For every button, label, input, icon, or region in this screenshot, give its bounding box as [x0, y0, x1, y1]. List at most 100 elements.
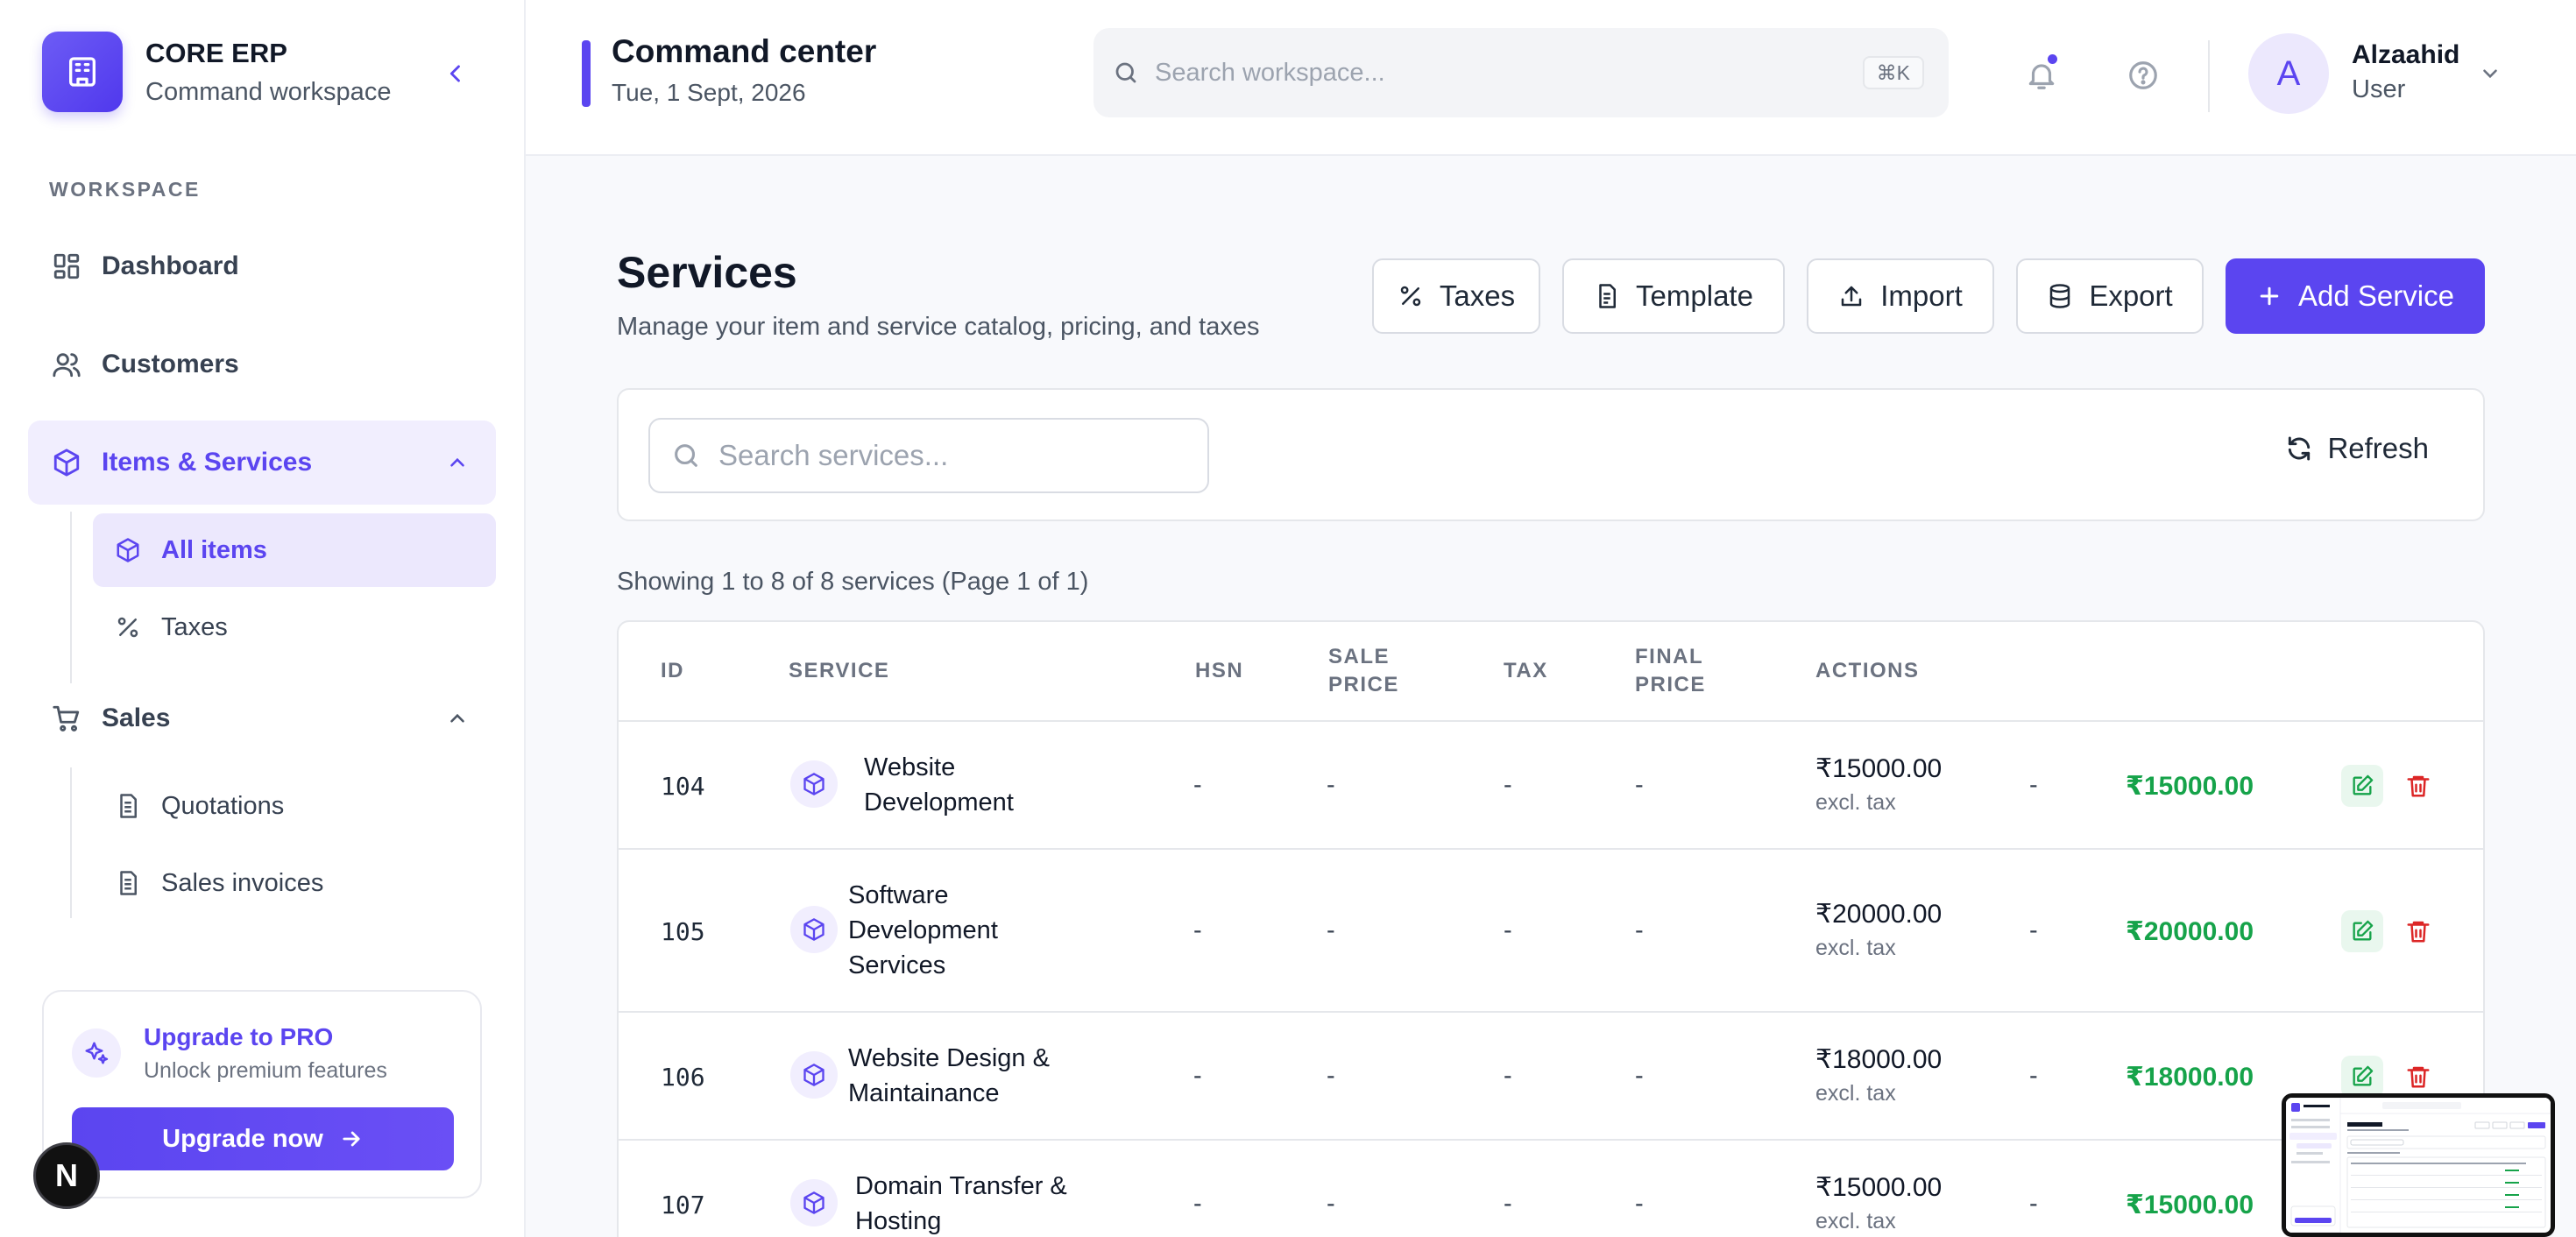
- document-icon: [112, 790, 144, 822]
- sidebar-item-label: Sales: [102, 703, 171, 732]
- chevron-down-icon[interactable]: [2473, 56, 2508, 91]
- price-value: ₹15000.00: [1815, 1173, 1943, 1202]
- pagination-summary: Showing 1 to 8 of 8 services (Page 1 of …: [617, 568, 1089, 596]
- submenu-line: [70, 767, 72, 918]
- services-search-placeholder: Search services...: [718, 439, 949, 471]
- page-preview-thumbnail[interactable]: [2282, 1093, 2555, 1237]
- sidebar-item-sales[interactable]: Sales: [28, 676, 496, 760]
- sidebar-item-label: Dashboard: [102, 251, 239, 280]
- table-row[interactable]: 106 Website Design & Maintainance - - - …: [619, 1013, 2483, 1141]
- arrow-right-icon: [343, 1131, 360, 1147]
- dashboard-icon: [49, 249, 84, 284]
- search-placeholder: Search workspace...: [1155, 58, 1385, 87]
- edit-icon[interactable]: [2341, 765, 2383, 807]
- bell-icon[interactable]: [2020, 54, 2063, 96]
- tax-amount-cell: -: [2029, 1062, 2038, 1090]
- add-service-button[interactable]: Add Service: [2226, 258, 2485, 334]
- column-header-actions[interactable]: ACTIONS: [1815, 657, 1920, 685]
- column-header-tax[interactable]: TAX: [1504, 657, 1548, 685]
- search-icon: [1115, 62, 1136, 83]
- services-search-input[interactable]: Search services...: [648, 418, 1209, 493]
- tax-cell: -: [1504, 1062, 1512, 1090]
- final-price-cell: -: [1635, 771, 1644, 799]
- tax-cell: -: [1504, 771, 1512, 799]
- service-name[interactable]: Website Design & Maintainance: [848, 1041, 1076, 1111]
- tax-amount-cell: -: [2029, 916, 2038, 944]
- service-id: 107: [661, 1191, 705, 1219]
- final-amount: ₹15000.00: [2126, 772, 2254, 801]
- sale-price-cell: -: [1327, 1190, 1335, 1218]
- package-icon: [790, 760, 838, 808]
- sparkles-icon: [72, 1028, 121, 1078]
- sidebar-item-customers[interactable]: Customers: [28, 322, 496, 406]
- template-button[interactable]: Template: [1562, 258, 1785, 334]
- sidebar-subitem-all-items[interactable]: All items: [93, 513, 496, 587]
- trash-icon[interactable]: [2397, 1056, 2439, 1098]
- user-name[interactable]: Alzaahid: [2352, 40, 2459, 70]
- service-id: 106: [661, 1063, 705, 1092]
- workspace-search-input[interactable]: Search workspace... ⌘K: [1093, 28, 1949, 117]
- taxes-button[interactable]: Taxes: [1372, 258, 1540, 334]
- column-header-sale-price[interactable]: SALE PRICE: [1328, 643, 1425, 699]
- cart-icon: [49, 701, 84, 736]
- package-icon: [49, 445, 84, 480]
- database-icon: [2047, 283, 2073, 309]
- sidebar-subitem-label: Taxes: [161, 612, 228, 641]
- hsn-cell: -: [1193, 1190, 1202, 1218]
- dev-badge[interactable]: N: [33, 1142, 100, 1209]
- upgrade-card: Upgrade to PRO Unlock premium features U…: [42, 990, 482, 1198]
- sidebar-item-label: Items & Services: [102, 448, 313, 477]
- upgrade-title: Upgrade to PRO: [144, 1023, 334, 1050]
- package-icon: [790, 1051, 838, 1099]
- hsn-cell: -: [1193, 916, 1202, 944]
- chevron-left-icon[interactable]: [438, 56, 473, 91]
- table-row[interactable]: 104 Website Development - - - - ₹15000.0…: [619, 722, 2483, 850]
- sidebar: CORE ERP Command workspace WORKSPACE Das…: [0, 0, 526, 1237]
- price-value: ₹20000.00: [1815, 900, 1943, 929]
- help-icon[interactable]: [2122, 54, 2164, 96]
- table-header: ID SERVICE HSN SALE PRICE TAX FINAL PRIC…: [619, 622, 2483, 722]
- final-amount: ₹15000.00: [2126, 1191, 2254, 1219]
- edit-icon[interactable]: [2341, 1056, 2383, 1098]
- sidebar-subitem-sales-invoices[interactable]: Sales invoices: [93, 846, 496, 920]
- service-name[interactable]: Software Development Services: [848, 878, 1050, 983]
- service-name[interactable]: Domain Transfer & Hosting: [855, 1169, 1083, 1237]
- trash-icon[interactable]: [2397, 910, 2439, 952]
- chevron-up-icon[interactable]: [440, 445, 475, 480]
- price-value: ₹15000.00: [1815, 754, 1943, 783]
- table-row[interactable]: 107 Domain Transfer & Hosting - - - - ₹1…: [619, 1141, 2483, 1237]
- page-subtitle: Manage your item and service catalog, pr…: [617, 313, 1260, 341]
- brand[interactable]: CORE ERP Command workspace: [42, 32, 391, 112]
- services-table: ID SERVICE HSN SALE PRICE TAX FINAL PRIC…: [617, 620, 2485, 1237]
- users-icon: [49, 347, 84, 382]
- upload-icon: [1838, 283, 1865, 309]
- chevron-up-icon[interactable]: [440, 701, 475, 736]
- column-header-id[interactable]: ID: [661, 657, 684, 685]
- refresh-icon: [2289, 436, 2311, 461]
- table-row[interactable]: 105 Software Development Services - - - …: [619, 850, 2483, 1013]
- import-button[interactable]: Import: [1807, 258, 1994, 334]
- search-icon: [675, 444, 697, 467]
- refresh-button[interactable]: Refresh: [2285, 432, 2429, 465]
- trash-icon[interactable]: [2397, 765, 2439, 807]
- tax-cell: -: [1504, 916, 1512, 944]
- percent-icon: [1398, 283, 1424, 309]
- template-button-label: Template: [1636, 279, 1753, 312]
- sidebar-subitem-taxes[interactable]: Taxes: [93, 590, 496, 664]
- sidebar-item-items-services[interactable]: Items & Services: [28, 421, 496, 505]
- avatar[interactable]: A: [2248, 33, 2329, 114]
- sidebar-subitem-quotations[interactable]: Quotations: [93, 769, 496, 843]
- service-name[interactable]: Website Development: [864, 750, 1065, 820]
- edit-icon[interactable]: [2341, 910, 2383, 952]
- upgrade-now-button[interactable]: Upgrade now: [72, 1107, 454, 1170]
- tax-amount-cell: -: [2029, 1190, 2038, 1218]
- service-id: 105: [661, 917, 705, 946]
- column-header-service[interactable]: SERVICE: [789, 657, 889, 685]
- column-header-hsn[interactable]: HSN: [1195, 657, 1243, 685]
- column-header-final-price[interactable]: FINAL PRICE: [1635, 643, 1731, 699]
- export-button[interactable]: Export: [2016, 258, 2204, 334]
- price-note: excl. tax: [1815, 936, 1896, 960]
- filter-card: Search services... Refresh: [617, 388, 2485, 521]
- sidebar-item-dashboard[interactable]: Dashboard: [28, 224, 496, 308]
- price-value: ₹18000.00: [1815, 1045, 1943, 1074]
